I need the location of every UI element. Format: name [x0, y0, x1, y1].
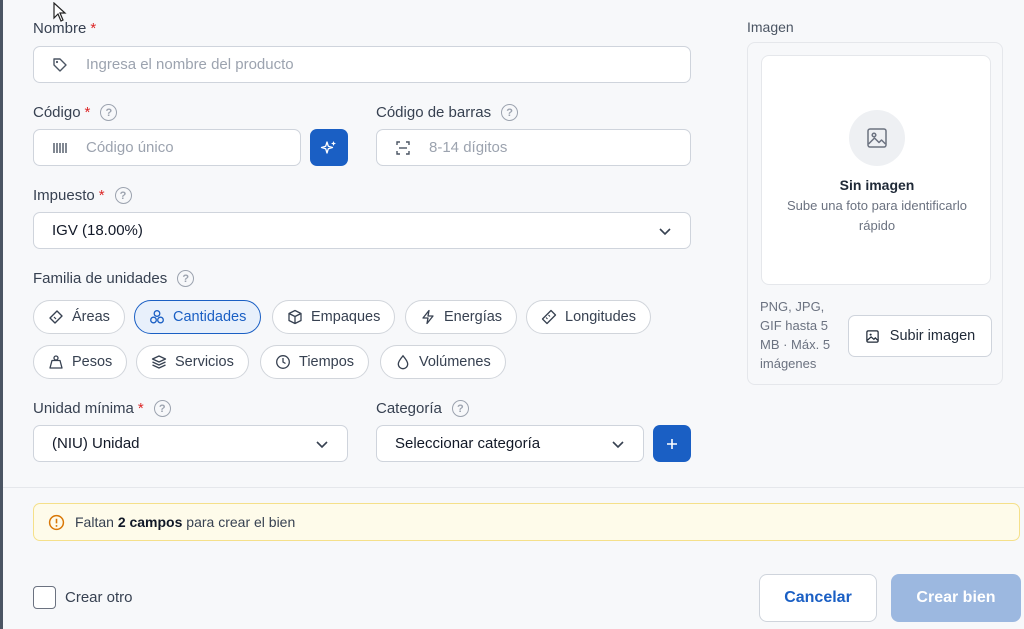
chip-tiempos[interactable]: Tiempos	[260, 345, 370, 379]
sparkles-icon	[320, 140, 336, 154]
codigo-barras-label: Código de barras ?	[376, 104, 519, 121]
cubes-icon	[150, 310, 164, 324]
codigo-label: Código * ?	[33, 104, 118, 121]
plus-icon	[667, 438, 677, 449]
crear-otro-label[interactable]: Crear otro	[65, 589, 133, 606]
help-icon[interactable]: ?	[177, 270, 195, 287]
chevron-down-icon	[612, 440, 624, 448]
help-icon[interactable]: ?	[153, 400, 171, 417]
tag-icon	[34, 57, 86, 73]
categoria-value: Seleccionar categoría	[395, 435, 541, 452]
image-formats: PNG, JPG, GIF hasta 5 MB · Máx. 5 imágen…	[760, 299, 831, 371]
crear-otro-checkbox[interactable]	[33, 586, 56, 609]
chip-pesos[interactable]: Pesos	[33, 345, 128, 379]
unidad-minima-value: (NIU) Unidad	[52, 435, 140, 452]
image-dropzone[interactable]: Sin imagen Sube una foto para identifica…	[761, 55, 991, 285]
codigo-barras-input[interactable]: 8-14 dígitos	[376, 129, 691, 166]
codigo-input[interactable]: Código único	[33, 129, 301, 166]
impuesto-select[interactable]: IGV (18.00%)	[33, 212, 691, 249]
chip-cantidades[interactable]: Cantidades	[134, 300, 262, 334]
codigo-barras-placeholder: 8-14 dígitos	[429, 139, 508, 156]
droplet-icon	[397, 354, 409, 370]
divider	[3, 487, 1024, 488]
chevron-down-icon	[659, 227, 671, 235]
add-categoria-button[interactable]	[653, 425, 691, 462]
help-icon[interactable]: ?	[100, 104, 118, 121]
chip-servicios[interactable]: Servicios	[136, 345, 249, 379]
nombre-placeholder: Ingresa el nombre del producto	[86, 56, 294, 73]
imagen-label: Imagen	[747, 19, 794, 35]
mouse-cursor-icon	[53, 2, 67, 22]
upload-image-button[interactable]: Subir imagen	[848, 315, 992, 357]
categoria-label: Categoría ?	[376, 400, 469, 417]
unidad-minima-select[interactable]: (NIU) Unidad	[33, 425, 348, 462]
barcode-icon	[34, 141, 86, 155]
unidad-minima-label: Unidad mínima * ?	[33, 400, 171, 417]
chevron-down-icon	[316, 440, 328, 448]
image-placeholder-icon	[849, 110, 905, 166]
empty-subtitle: Sube una foto para identificarlo rápido	[787, 198, 967, 233]
nombre-label: Nombre *	[33, 20, 97, 37]
missing-fields-warning: Faltan 2 campos para crear el bien	[33, 503, 1020, 541]
categoria-select[interactable]: Seleccionar categoría	[376, 425, 644, 462]
create-button[interactable]: Crear bien	[891, 574, 1021, 622]
box-icon	[288, 309, 302, 325]
alert-circle-icon	[48, 514, 65, 530]
chip-areas[interactable]: Áreas	[33, 300, 125, 334]
chip-empaques[interactable]: Empaques	[272, 300, 396, 334]
help-icon[interactable]: ?	[501, 104, 519, 121]
help-icon[interactable]: ?	[114, 187, 132, 204]
chip-energias[interactable]: Energías	[405, 300, 518, 334]
clock-icon	[276, 355, 290, 369]
chip-longitudes[interactable]: Longitudes	[526, 300, 651, 334]
tag-icon	[49, 310, 63, 324]
nombre-input[interactable]: Ingresa el nombre del producto	[33, 46, 691, 83]
image-icon	[866, 329, 879, 343]
chip-volumenes[interactable]: Volúmenes	[380, 345, 506, 379]
weight-icon	[49, 355, 63, 369]
scan-icon	[377, 140, 429, 156]
warning-text: Faltan 2 campos para crear el bien	[75, 514, 296, 530]
image-panel: Sin imagen Sube una foto para identifica…	[747, 42, 1003, 385]
bolt-icon	[422, 309, 434, 325]
impuesto-value: IGV (18.00%)	[52, 222, 143, 239]
product-form-dialog: Nombre * Ingresa el nombre del producto C…	[0, 0, 1024, 629]
cancel-button[interactable]: Cancelar	[759, 574, 877, 622]
codigo-placeholder: Código único	[86, 139, 174, 156]
layers-icon	[151, 355, 167, 369]
ruler-icon	[541, 309, 557, 325]
familia-label: Familia de unidades ?	[33, 270, 195, 287]
empty-title: Sin imagen	[839, 177, 915, 193]
impuesto-label: Impuesto * ?	[33, 187, 132, 204]
help-icon[interactable]: ?	[451, 400, 469, 417]
generate-code-button[interactable]	[310, 129, 348, 166]
